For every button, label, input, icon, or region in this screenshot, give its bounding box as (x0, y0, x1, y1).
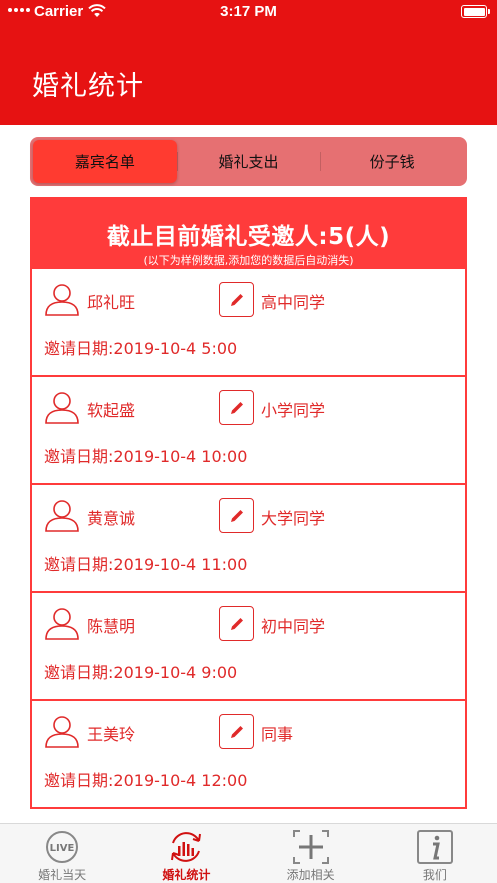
tab-wedding-stats[interactable]: 婚礼统计 (124, 824, 248, 883)
guest-name: 邱礼旺 (87, 293, 136, 312)
tab-bar: LIVE 婚礼当天 婚礼统计 添加相关 我们 (0, 823, 497, 883)
person-icon (45, 608, 79, 640)
guest-relation: 小学同学 (261, 401, 326, 420)
guest-row[interactable]: 邱礼旺 高中同学 邀请日期:2019-10-4 5:00 (32, 269, 465, 377)
segment-gift-money[interactable]: 份子钱 (320, 140, 464, 183)
add-icon (292, 829, 329, 864)
segment-guest-list[interactable]: 嘉宾名单 (33, 140, 177, 183)
edit-button[interactable] (219, 714, 254, 749)
edit-button[interactable] (219, 498, 254, 533)
tab-label: 婚礼统计 (162, 868, 211, 882)
guest-row[interactable]: 陈慧明 初中同学 邀请日期:2019-10-4 9:00 (32, 593, 465, 701)
invite-date-value: 2019-10-4 10:00 (113, 447, 248, 466)
invite-count-title: 截止目前婚礼受邀人:5(人) (106, 224, 391, 250)
pencil-icon (230, 401, 243, 414)
segment-wedding-expenses[interactable]: 婚礼支出 (176, 140, 321, 183)
guest-relation: 大学同学 (261, 509, 326, 528)
invite-date-label: 邀请日期: (44, 447, 114, 466)
invite-date-value: 2019-10-4 5:00 (113, 339, 238, 358)
guest-name: 王美玲 (87, 725, 136, 744)
pencil-icon (230, 617, 243, 630)
invite-date: 邀请日期:2019-10-4 12:00 (44, 767, 247, 791)
invite-date: 邀请日期:2019-10-4 9:00 (44, 659, 237, 683)
clock: 3:17 PM (220, 3, 277, 20)
guest-name: 陈慧明 (87, 617, 136, 636)
guest-name: 软起盛 (87, 401, 136, 420)
tab-us[interactable]: 我们 (373, 824, 497, 883)
invite-date: 邀请日期:2019-10-4 5:00 (44, 335, 237, 359)
invite-date-label: 邀请日期: (44, 771, 114, 790)
pencil-icon (230, 725, 243, 738)
person-icon (45, 392, 79, 424)
pencil-icon (230, 509, 243, 522)
sample-data-note: (以下为样例数据,添加您的数据后自动消失) (143, 254, 354, 267)
svg-text:LIVE: LIVE (50, 843, 75, 854)
invite-date-value: 2019-10-4 12:00 (113, 771, 248, 790)
guest-list-panel: 截止目前婚礼受邀人:5(人) (以下为样例数据,添加您的数据后自动消失) 邱礼旺… (30, 197, 467, 809)
invite-date-label: 邀请日期: (44, 663, 114, 682)
edit-button[interactable] (219, 390, 254, 425)
invite-date: 邀请日期:2019-10-4 11:00 (44, 551, 247, 575)
stats-icon (171, 831, 202, 862)
person-icon (45, 716, 79, 748)
invite-date-value: 2019-10-4 9:00 (113, 663, 238, 682)
page-title: 婚礼统计 (32, 71, 144, 102)
battery-icon (461, 5, 490, 18)
tab-add-related[interactable]: 添加相关 (249, 824, 373, 883)
person-icon (45, 284, 79, 316)
info-icon (416, 829, 453, 864)
invite-date-value: 2019-10-4 11:00 (113, 555, 248, 574)
tab-label: 添加相关 (286, 868, 335, 882)
tab-wedding-day[interactable]: LIVE 婚礼当天 (0, 824, 124, 883)
header-bar: Carrier 3:17 PM 婚礼统计 (0, 0, 497, 125)
tab-label: 我们 (422, 868, 447, 882)
tab-label: 婚礼当天 (38, 868, 87, 882)
summary-header: 截止目前婚礼受邀人:5(人) (以下为样例数据,添加您的数据后自动消失) (32, 197, 465, 269)
guest-relation: 同事 (261, 725, 294, 744)
invite-date-label: 邀请日期: (44, 555, 114, 574)
invite-date-label: 邀请日期: (44, 339, 114, 358)
status-bar: Carrier 3:17 PM (0, 0, 497, 24)
live-icon: LIVE (46, 830, 79, 863)
segmented-control: 嘉宾名单 婚礼支出 份子钱 (30, 137, 467, 186)
pencil-icon (230, 293, 243, 306)
guest-name: 黄意诚 (87, 509, 136, 528)
guest-row[interactable]: 王美玲 同事 邀请日期:2019-10-4 12:00 (32, 701, 465, 809)
guest-row[interactable]: 黄意诚 大学同学 邀请日期:2019-10-4 11:00 (32, 485, 465, 593)
guest-relation: 初中同学 (261, 617, 326, 636)
guest-row[interactable]: 软起盛 小学同学 邀请日期:2019-10-4 10:00 (32, 377, 465, 485)
person-icon (45, 500, 79, 532)
guest-relation: 高中同学 (261, 293, 326, 312)
invite-date: 邀请日期:2019-10-4 10:00 (44, 443, 247, 467)
edit-button[interactable] (219, 606, 254, 641)
edit-button[interactable] (219, 282, 254, 317)
